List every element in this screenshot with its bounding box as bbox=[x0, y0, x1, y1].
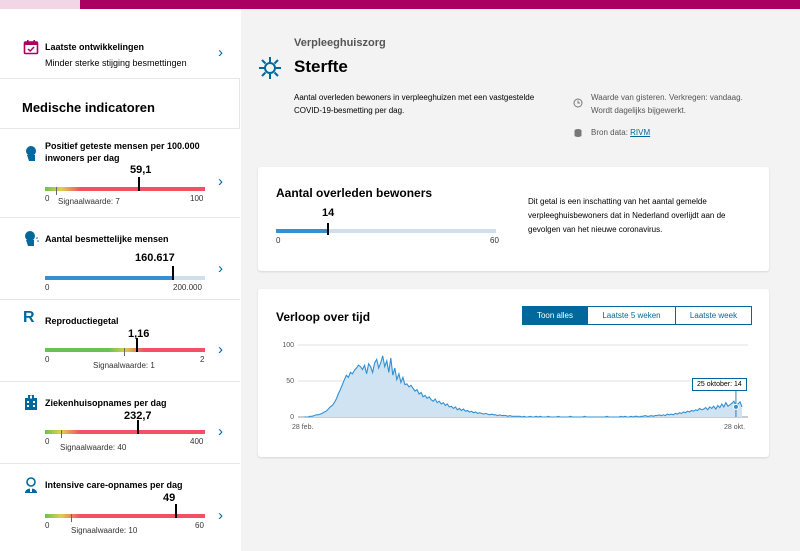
page-description: Aantal overleden bewoners in verpleeghui… bbox=[294, 93, 535, 115]
kpi-bar bbox=[276, 229, 496, 233]
indicator-title: Aantal besmettelijke mensen bbox=[45, 234, 169, 244]
sidebar-item-reproduction[interactable]: R Reproductiegetal 1,16 0 Signaalwaarde:… bbox=[0, 300, 240, 382]
medical-indicators-heading: Medische indicatoren bbox=[22, 100, 155, 115]
signal-value: Signaalwaarde: 1 bbox=[93, 361, 155, 370]
chevron-right-icon: › bbox=[218, 260, 223, 277]
chart-card: Verloop over tijd Toon alles Laatste 5 w… bbox=[258, 289, 769, 457]
bar-max: 100 bbox=[190, 194, 204, 203]
bar-min: 0 bbox=[45, 437, 50, 446]
signal-line bbox=[71, 514, 72, 522]
sidebar-item-intensive-care[interactable]: Intensive care-opnames per dag 49 0 Sign… bbox=[0, 464, 240, 551]
y-tick-50: 50 bbox=[286, 378, 294, 385]
update-info-line1: Waarde van gisteren. Verkregen: vandaag. bbox=[591, 93, 743, 102]
x-tick-start: 28 feb. bbox=[292, 424, 313, 431]
database-icon bbox=[574, 129, 582, 137]
signal-value: Signaalwaarde: 7 bbox=[58, 197, 120, 206]
signal-line bbox=[56, 187, 57, 195]
kpi-max: 60 bbox=[490, 236, 499, 245]
signal-value: Signaalwaarde: 10 bbox=[71, 526, 138, 535]
signal-value: Signaalwaarde: 40 bbox=[60, 443, 127, 452]
signal-line bbox=[124, 348, 125, 356]
indicator-title-line2: inwoners per dag bbox=[45, 153, 120, 163]
bar-max: 60 bbox=[195, 521, 204, 530]
calendar-check-icon bbox=[23, 40, 39, 55]
doctor-icon bbox=[25, 477, 37, 493]
y-tick-100: 100 bbox=[282, 342, 294, 349]
person-head-icon bbox=[26, 146, 36, 161]
sidebar-item-latest[interactable]: Laatste ontwikkelingen Minder sterke sti… bbox=[0, 9, 240, 79]
top-accent-bar bbox=[0, 0, 800, 9]
bar-min: 0 bbox=[45, 355, 50, 364]
chevron-right-icon: › bbox=[218, 44, 223, 61]
page-title: Sterfte bbox=[294, 57, 348, 76]
sidebar-item-positive-tests[interactable]: Positief geteste mensen per 100.000 inwo… bbox=[0, 128, 240, 218]
kpi-title: Aantal overleden bewoners bbox=[276, 186, 433, 200]
sidebar-item-infectious[interactable]: Aantal besmettelijke mensen 160.617 0 20… bbox=[0, 218, 240, 300]
clock-icon bbox=[573, 98, 583, 108]
indicator-value: 49 bbox=[163, 492, 176, 504]
indicator-title: Reproductiegetal bbox=[45, 316, 119, 326]
bar-min: 0 bbox=[45, 283, 50, 292]
bar-max: 2 bbox=[200, 355, 205, 364]
main-content: Verpleeghuiszorg Sterfte Aantal overlede… bbox=[241, 9, 800, 551]
indicator-title: Intensive care-opnames per dag bbox=[45, 480, 183, 490]
x-tick-end: 28 okt. bbox=[724, 424, 745, 431]
r-letter-icon: R bbox=[23, 309, 35, 326]
kpi-min: 0 bbox=[276, 236, 281, 245]
indicator-bar bbox=[45, 187, 205, 191]
indicator-marker bbox=[136, 338, 138, 352]
hospital-icon bbox=[25, 395, 37, 410]
bar-max: 400 bbox=[190, 437, 204, 446]
data-source: Bron data: RIVM bbox=[591, 126, 650, 139]
page-category: Verpleeghuiszorg bbox=[294, 37, 386, 49]
indicator-marker bbox=[175, 504, 177, 518]
bar-min: 0 bbox=[45, 194, 50, 203]
kpi-value: 14 bbox=[322, 207, 335, 219]
indicator-bar bbox=[45, 430, 205, 434]
chevron-right-icon: › bbox=[218, 507, 223, 524]
person-sneeze-icon bbox=[25, 231, 39, 246]
latest-subtitle: Minder sterke stijging besmettingen bbox=[45, 58, 187, 68]
indicator-bar bbox=[45, 348, 205, 352]
indicator-marker bbox=[137, 420, 139, 434]
top-accent-tab bbox=[0, 0, 80, 9]
indicator-value: 160.617 bbox=[135, 252, 175, 264]
line-chart: 100 50 0 28 feb. 28 okt. bbox=[282, 342, 748, 431]
update-info-line2: Wordt dagelijks bijgewerkt. bbox=[591, 106, 687, 115]
kpi-description: Dit getal is een inschatting van het aan… bbox=[528, 197, 726, 234]
chevron-right-icon: › bbox=[218, 423, 223, 440]
sidebar: Laatste ontwikkelingen Minder sterke sti… bbox=[0, 9, 240, 551]
bar-max: 200.000 bbox=[173, 283, 202, 292]
chevron-right-icon: › bbox=[218, 173, 223, 190]
virus-icon bbox=[259, 57, 281, 79]
kpi-card: Aantal overleden bewoners 14 0 60 Dit ge… bbox=[258, 167, 769, 271]
highlight-point bbox=[732, 403, 739, 410]
source-link[interactable]: RIVM bbox=[630, 128, 650, 137]
indicator-marker bbox=[172, 266, 174, 280]
kpi-marker bbox=[327, 223, 329, 235]
signal-line bbox=[61, 430, 62, 438]
chart-tooltip: 25 oktober: 14 bbox=[692, 378, 747, 391]
indicator-title-line1: Positief geteste mensen per 100.000 bbox=[45, 141, 200, 151]
indicator-title: Ziekenhuisopnames per dag bbox=[45, 398, 167, 408]
bar-min: 0 bbox=[45, 521, 50, 530]
source-label: Bron data: bbox=[591, 128, 628, 137]
y-tick-0: 0 bbox=[290, 414, 294, 421]
indicator-marker bbox=[138, 177, 140, 191]
indicator-value: 1,16 bbox=[128, 328, 150, 340]
indicator-bar bbox=[45, 276, 205, 280]
chevron-right-icon: › bbox=[218, 341, 223, 358]
indicator-bar bbox=[45, 514, 205, 518]
sidebar-item-hospital[interactable]: Ziekenhuisopnames per dag 232,7 0 Signaa… bbox=[0, 382, 240, 464]
latest-title: Laatste ontwikkelingen bbox=[45, 42, 145, 52]
indicator-value: 59,1 bbox=[130, 164, 152, 176]
